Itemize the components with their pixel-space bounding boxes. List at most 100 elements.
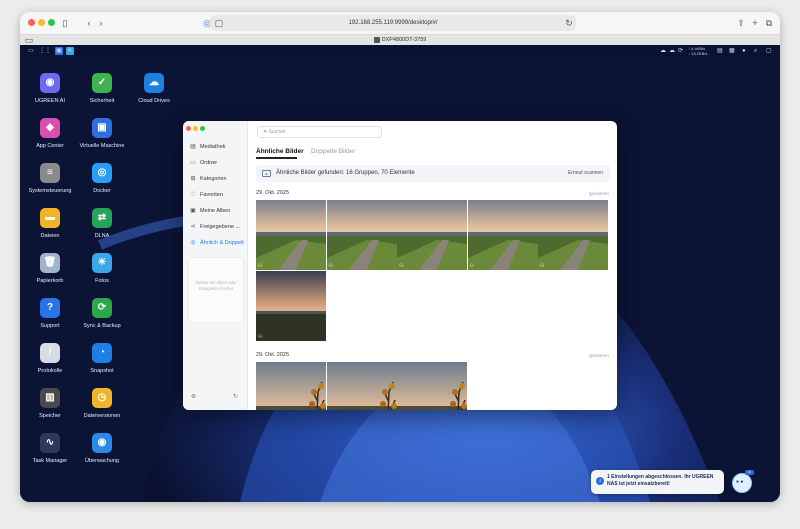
zoom-window-button[interactable]	[48, 19, 55, 26]
sidebar-icon[interactable]: ▯	[58, 16, 72, 30]
sidebar-item-label: Mediathek	[200, 144, 226, 150]
sidebar-item-label: Ordner	[200, 160, 218, 166]
desktop-app-label: Speicher	[39, 413, 61, 419]
photo-thumbnail[interactable]: ⚇	[538, 200, 608, 270]
assistant-robot-icon[interactable]: ● ● AI	[731, 470, 754, 494]
trash-icon: 🗑	[40, 253, 60, 273]
user-icon[interactable]: ●	[742, 47, 746, 55]
ignore-button[interactable]: Ignorieren	[589, 353, 609, 358]
vm-icon: ▣	[92, 118, 112, 138]
desktop-app-docker[interactable]: ◎ Docker	[72, 163, 132, 194]
minimize-app-button[interactable]	[193, 126, 198, 131]
running-app-icon[interactable]: ▣	[55, 47, 63, 55]
similar-duplicate-icon: ◎	[190, 240, 196, 246]
rescan-button[interactable]: Erneut scannen	[568, 165, 603, 182]
browser-window: ▯ ‹ › ◎ ◼ ▣ ▢ 192.168.255.119:9999/deskt…	[20, 12, 780, 502]
desktop-app-storage[interactable]: ▥ Speicher	[20, 388, 80, 419]
desktop-app-logs[interactable]: / Protokolle	[20, 343, 80, 374]
desktop-app-surveillance[interactable]: ◉ Überwachung	[72, 433, 132, 464]
desktop-app-control-panel[interactable]: ≡ Systemsteuerung	[20, 163, 80, 194]
desktop-app-label: Docker	[93, 188, 111, 194]
sync-icon[interactable]: ⟳	[678, 47, 683, 55]
photos-window: ▤ Mediathek ▭ Ordner ⊞ Kategorien ♡ Favoriten ▣ M…	[183, 121, 617, 410]
photo-thumbnail[interactable]: ⚇	[467, 200, 538, 270]
sidebar-item-heart[interactable]: ♡ Favoriten	[188, 189, 246, 202]
desktop-app-ai[interactable]: ◉ UGREEN AI	[20, 73, 80, 104]
photos-icon: ☀	[92, 253, 112, 273]
sidebar-item-media-library[interactable]: ▤ Mediathek	[188, 141, 246, 154]
back-icon[interactable]: ‹	[84, 16, 94, 30]
running-photos-icon[interactable]: ☀	[66, 47, 74, 55]
desktop-app-support[interactable]: ? Support	[20, 298, 80, 329]
desktop-app-label: DLNA	[94, 233, 110, 239]
photo-thumbnail[interactable]: ⚇	[256, 200, 326, 270]
widgets-icon[interactable]: ▦	[729, 47, 735, 55]
apps-grid-icon[interactable]: ⋮⋮	[39, 47, 51, 55]
desktop-app-security[interactable]: ✓ Sicherheit	[72, 73, 132, 104]
photo-thumbnail[interactable]: ⚇	[326, 200, 397, 270]
share-icon[interactable]: ⇪	[736, 16, 746, 30]
sync-backup-icon: ⟳	[92, 298, 112, 318]
folder-icon: ▭	[190, 160, 196, 166]
chat-icon[interactable]: ▭	[28, 47, 34, 55]
info-icon: i	[596, 477, 604, 485]
task-icon[interactable]: ▤	[717, 47, 723, 55]
categories-icon: ⊞	[190, 176, 196, 182]
url-text: 192.168.255.119:9999/desktop/#/	[348, 20, 438, 26]
photo-thumbnail[interactable]: ⚇	[326, 362, 397, 410]
desktop-app-dlna[interactable]: ⇄ DLNA	[72, 208, 132, 239]
file-versions-icon: ◷	[92, 388, 112, 408]
close-app-button[interactable]	[186, 126, 191, 131]
layout-icon[interactable]: ▢	[766, 47, 772, 55]
photo-thumbnail[interactable]: ⚇	[256, 362, 326, 410]
new-tab-icon[interactable]: +	[750, 16, 760, 30]
tab-title: DXP4800DT-3759	[381, 37, 427, 43]
tab-similar-images[interactable]: Ähnliche Bilder	[256, 148, 304, 155]
cloud-drives-icon: ☁	[144, 73, 164, 93]
sidebar-item-label: Freigegebene ...	[200, 224, 241, 230]
photo-thumbnail[interactable]: ⚇	[256, 271, 326, 341]
person-icon: ⚇	[469, 263, 474, 269]
forward-icon[interactable]: ›	[96, 16, 106, 30]
desktop-app-cloud-drives[interactable]: ☁ Cloud Drives	[124, 73, 184, 104]
address-bar[interactable]: ▢ 192.168.255.119:9999/desktop/#/ ↻	[210, 15, 576, 31]
desktop-app-photos[interactable]: ☀ Fotos	[72, 253, 132, 284]
sidebar-item-shared[interactable]: ⋖ Freigegebene ...	[188, 221, 246, 234]
desktop-app-sync-backup[interactable]: ⟳ Sync & Backup	[72, 298, 132, 329]
scan-result-text: Ähnliche Bilder gefunden: 16 Gruppen, 70…	[276, 170, 415, 176]
tab-favicon-icon	[373, 36, 380, 43]
sidebar-item-albums[interactable]: ▣ Meine Alben	[188, 205, 246, 218]
close-window-button[interactable]	[28, 19, 35, 26]
desktop-app-app-center[interactable]: ◆ App Center	[20, 118, 80, 149]
add-icon[interactable]: ⊕	[191, 393, 196, 400]
photo-thumbnail[interactable]: ⚇	[397, 200, 467, 270]
dlna-icon: ⇄	[92, 208, 112, 228]
tabs-icon[interactable]: ⧉	[764, 16, 774, 30]
search-icon[interactable]: ⌕	[754, 47, 757, 55]
desktop-app-task-manager[interactable]: ∿ Task Manager	[20, 433, 80, 464]
media-library-icon: ▤	[190, 144, 196, 150]
desktop-app-file-versions[interactable]: ◷ Dateiversionen	[72, 388, 132, 419]
ignore-button[interactable]: Ignorieren	[589, 191, 609, 196]
desktop-app-snapshot[interactable]: ◔ Snapshot	[72, 343, 132, 374]
image-icon: ▲	[262, 170, 271, 177]
desktop-app-trash[interactable]: 🗑 Papierkorb	[20, 253, 80, 284]
maximize-app-button[interactable]	[200, 126, 205, 131]
sidebar-item-similar-duplicate[interactable]: ◎ Ähnlich & Doppelt	[188, 237, 246, 250]
desktop-app-label: App Center	[36, 143, 64, 149]
sidebar-item-label: Favoriten	[200, 192, 223, 198]
weather-icon[interactable]: ☁	[660, 47, 666, 55]
desktop-app-files[interactable]: ▬ Dateien	[20, 208, 80, 239]
notification-toast[interactable]: i 1 Einstellungen abgeschlossen. Ihr UGR…	[591, 470, 724, 494]
sidebar-item-categories[interactable]: ⊞ Kategorien	[188, 173, 246, 186]
cloud-icon[interactable]: ☁	[669, 47, 675, 55]
reload-icon[interactable]: ↻	[564, 16, 574, 30]
minimize-window-button[interactable]	[38, 19, 45, 26]
tab-duplicate-images[interactable]: Doppelte Bilder	[311, 148, 355, 155]
refresh-icon[interactable]: ↻	[233, 393, 238, 400]
photo-thumbnail[interactable]: ⚇	[397, 362, 467, 410]
desktop-app-vm[interactable]: ▣ Virtuelle Maschine	[72, 118, 132, 149]
ai-icon: ◉	[40, 73, 60, 93]
search-input[interactable]: ✦ Suchen	[257, 126, 382, 138]
sidebar-item-folder[interactable]: ▭ Ordner	[188, 157, 246, 170]
